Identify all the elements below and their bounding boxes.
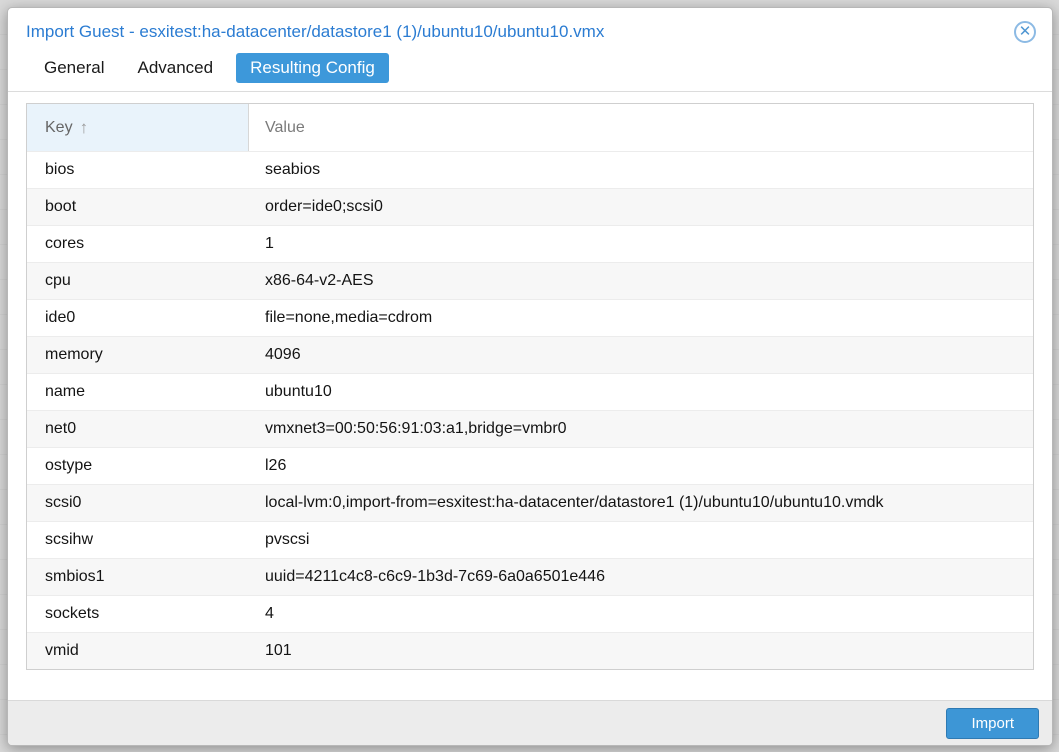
config-value-cell: seabios: [265, 161, 321, 178]
config-value-cell: x86-64-v2-AES: [265, 272, 374, 289]
tab-bar: General Advanced Resulting Config: [8, 49, 1052, 92]
table-row[interactable]: boot order=ide0;scsi0: [27, 188, 1033, 225]
config-key-cell: net0: [45, 420, 77, 437]
sort-ascending-icon: ↑: [79, 117, 89, 137]
config-table-body: bios seabios boot order=ide0;scsi0 cores…: [27, 151, 1033, 669]
config-key-cell: scsi0: [45, 494, 82, 511]
dialog-title: Import Guest - esxitest:ha-datacenter/da…: [26, 22, 605, 41]
config-table: Key ↑ Value bios seabios boot order=ide0…: [26, 103, 1034, 670]
config-value-cell: 101: [265, 642, 292, 659]
config-key-cell: scsihw: [45, 531, 94, 548]
config-key-cell: memory: [45, 346, 103, 363]
import-button[interactable]: Import: [946, 707, 1039, 739]
config-value-cell: 1: [265, 235, 274, 252]
config-key-cell: ostype: [45, 457, 93, 474]
column-key-label: Key: [45, 118, 73, 136]
config-key-cell: vmid: [45, 642, 79, 659]
import-guest-dialog: Import Guest - esxitest:ha-datacenter/da…: [7, 7, 1053, 746]
table-row[interactable]: scsihw pvscsi: [27, 521, 1033, 558]
close-icon[interactable]: ✕: [1014, 21, 1036, 43]
config-key-cell: sockets: [45, 605, 100, 622]
table-row[interactable]: cores 1: [27, 225, 1033, 262]
table-row[interactable]: cpu x86-64-v2-AES: [27, 262, 1033, 299]
config-value-cell: pvscsi: [265, 531, 310, 548]
table-row[interactable]: smbios1 uuid=4211c4c8-c6c9-1b3d-7c69-6a0…: [27, 558, 1033, 595]
config-value-cell: ubuntu10: [265, 383, 332, 400]
column-value-label: Value: [265, 118, 305, 136]
config-key-cell: boot: [45, 198, 77, 215]
config-key-cell: smbios1: [45, 568, 105, 585]
config-key-cell: bios: [45, 161, 75, 178]
table-row[interactable]: ide0 file=none,media=cdrom: [27, 299, 1033, 336]
table-row[interactable]: ostype l26: [27, 447, 1033, 484]
dialog-footer: Import: [8, 700, 1052, 745]
config-value-cell: 4096: [265, 346, 301, 363]
config-value-cell: order=ide0;scsi0: [265, 198, 383, 215]
column-header-value[interactable]: Value: [249, 104, 1033, 151]
table-row[interactable]: vmid 101: [27, 632, 1033, 669]
tab-advanced[interactable]: Advanced: [127, 53, 223, 83]
tab-resulting-config[interactable]: Resulting Config: [236, 53, 389, 83]
config-key-cell: name: [45, 383, 86, 400]
config-key-cell: ide0: [45, 309, 76, 326]
config-key-cell: cpu: [45, 272, 71, 289]
table-row[interactable]: scsi0 local-lvm:0,import-from=esxitest:h…: [27, 484, 1033, 521]
config-value-cell: 4: [265, 605, 274, 622]
config-table-header: Key ↑ Value: [27, 104, 1033, 151]
table-row[interactable]: name ubuntu10: [27, 373, 1033, 410]
tab-general[interactable]: General: [34, 53, 114, 83]
column-header-key[interactable]: Key ↑: [27, 104, 249, 151]
config-value-cell: vmxnet3=00:50:56:91:03:a1,bridge=vmbr0: [265, 420, 567, 437]
table-row[interactable]: net0 vmxnet3=00:50:56:91:03:a1,bridge=vm…: [27, 410, 1033, 447]
table-row[interactable]: memory 4096: [27, 336, 1033, 373]
config-key-cell: cores: [45, 235, 85, 252]
table-row[interactable]: sockets 4: [27, 595, 1033, 632]
dialog-body: Key ↑ Value bios seabios boot order=ide0…: [8, 92, 1052, 670]
config-value-cell: file=none,media=cdrom: [265, 309, 433, 326]
config-value-cell: l26: [265, 457, 287, 474]
table-row[interactable]: bios seabios: [27, 151, 1033, 188]
config-value-cell: local-lvm:0,import-from=esxitest:ha-data…: [265, 494, 884, 511]
dialog-titlebar: Import Guest - esxitest:ha-datacenter/da…: [8, 8, 1052, 49]
config-value-cell: uuid=4211c4c8-c6c9-1b3d-7c69-6a0a6501e44…: [265, 568, 605, 585]
